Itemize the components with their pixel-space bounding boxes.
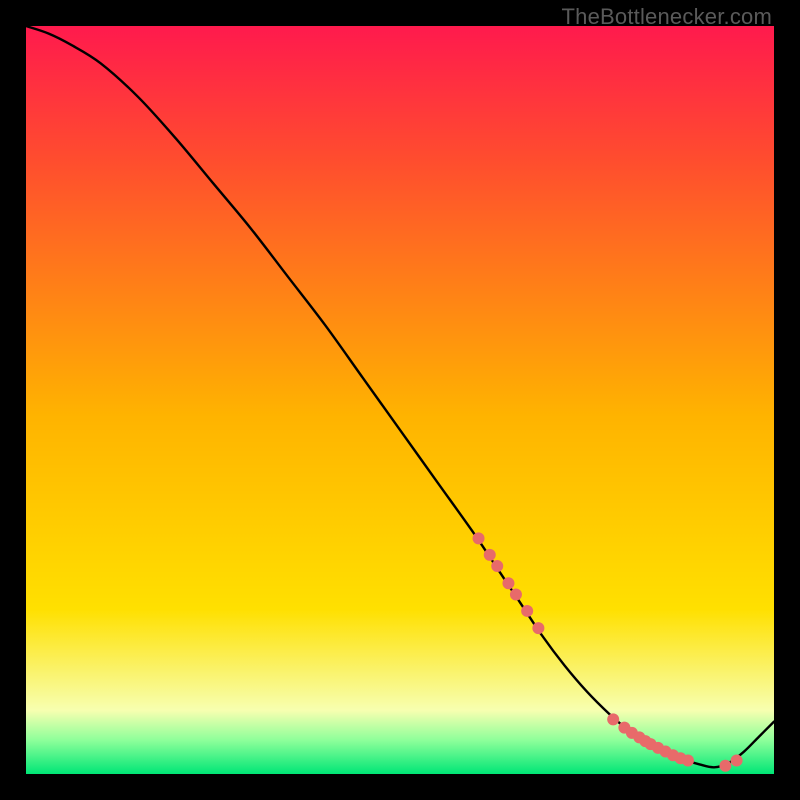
plot-area	[26, 26, 774, 774]
chart-svg	[26, 26, 774, 774]
data-marker	[510, 588, 522, 600]
data-marker	[719, 760, 731, 772]
data-marker	[491, 560, 503, 572]
data-marker	[484, 549, 496, 561]
data-marker	[473, 532, 485, 544]
data-marker	[502, 577, 514, 589]
chart-container: TheBottlenecker.com	[0, 0, 800, 800]
data-marker	[521, 605, 533, 617]
data-marker	[532, 622, 544, 634]
data-marker	[682, 755, 694, 767]
gradient-background	[26, 26, 774, 774]
data-marker	[731, 755, 743, 767]
data-marker	[607, 713, 619, 725]
